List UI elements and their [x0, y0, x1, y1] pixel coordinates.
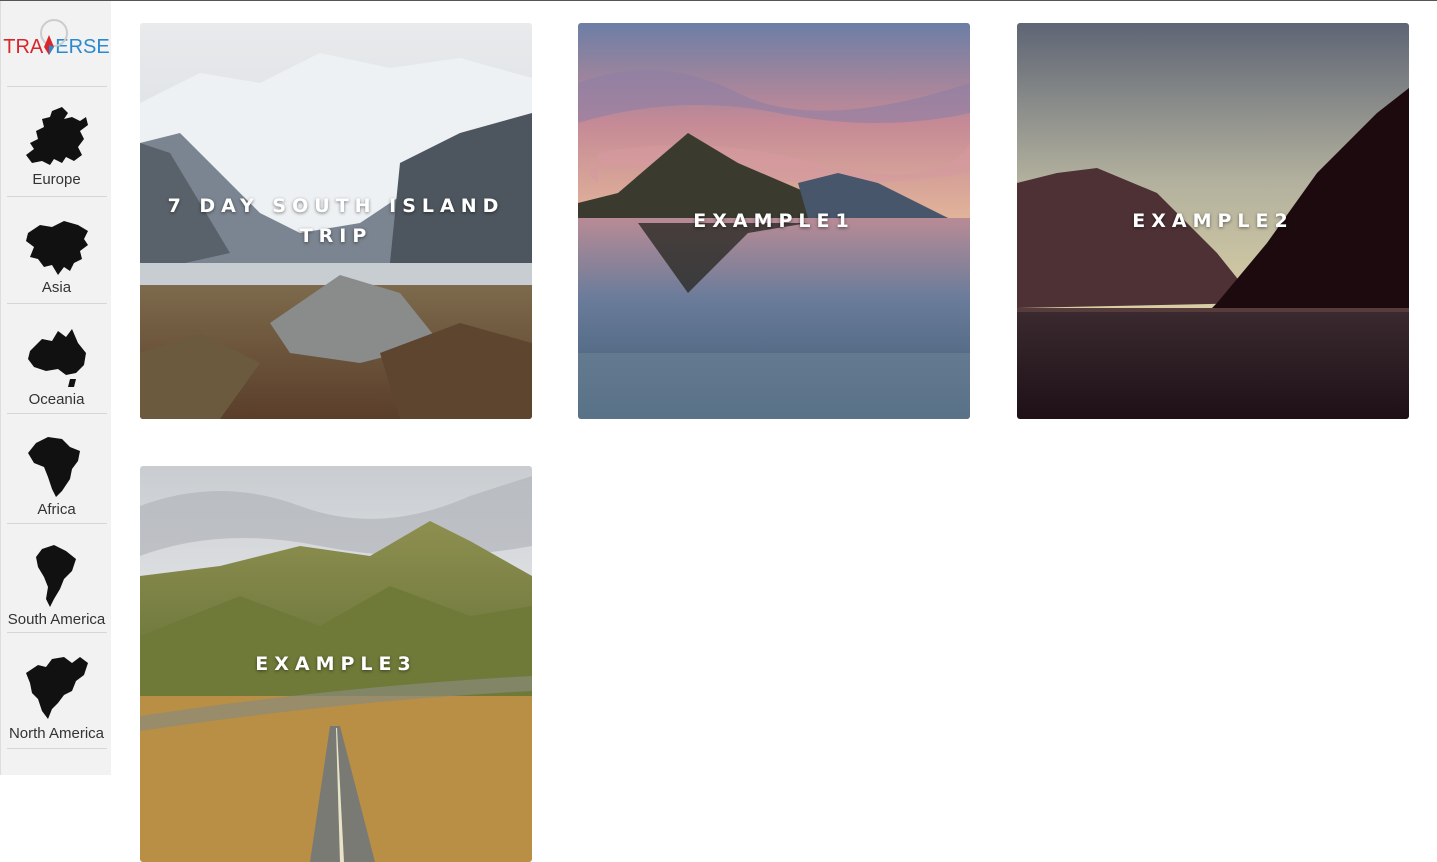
sidebar-item-label: Europe — [32, 171, 81, 188]
sidebar-item-africa[interactable]: Africa — [1, 433, 112, 518]
sidebar-divider — [7, 196, 107, 197]
sidebar-item-label: Oceania — [28, 391, 85, 408]
sidebar-divider — [7, 632, 107, 633]
north-america-map-icon — [25, 657, 88, 719]
sidebar-divider — [7, 748, 107, 749]
sidebar-divider — [7, 523, 107, 524]
asia-map-icon — [25, 221, 88, 275]
trip-card[interactable]: EXAMPLE1 — [578, 23, 970, 419]
trip-card[interactable]: EXAMPLE3 — [140, 466, 532, 862]
continent-sidebar: TRA ERSE Europe Asia Oceania Africa Sout… — [0, 1, 111, 775]
trip-card-title: EXAMPLE1 — [693, 210, 855, 232]
sidebar-divider — [7, 413, 107, 414]
compass-pin-icon — [43, 35, 55, 55]
trip-card[interactable]: EXAMPLE2 — [1017, 23, 1409, 419]
sidebar-item-oceania[interactable]: Oceania — [1, 325, 112, 408]
sidebar-divider — [7, 303, 107, 304]
africa-map-icon — [27, 437, 80, 497]
sidebar-item-label: Africa — [37, 501, 76, 518]
top-border — [0, 0, 1437, 1]
traverse-logo[interactable]: TRA ERSE — [1, 13, 112, 85]
sidebar-item-europe[interactable]: Europe — [1, 105, 112, 188]
trip-card-title: EXAMPLE3 — [255, 653, 417, 675]
trip-card-title: EXAMPLE2 — [1132, 210, 1294, 232]
sidebar-item-south-america[interactable]: South America — [1, 543, 112, 628]
sidebar-item-label: Asia — [41, 279, 72, 296]
oceania-map-icon — [27, 329, 86, 387]
trip-card-title: 7 DAY SOUTH ISLAND TRIP — [167, 195, 505, 247]
trip-card[interactable]: 7 DAY SOUTH ISLAND TRIP — [140, 23, 532, 419]
sidebar-divider — [7, 86, 107, 87]
sidebar-item-label: North America — [8, 725, 105, 742]
europe-map-icon — [25, 107, 88, 165]
south-america-map-icon — [35, 545, 76, 607]
sidebar-item-north-america[interactable]: North America — [1, 653, 112, 742]
sidebar-item-label: South America — [7, 611, 106, 628]
sidebar-item-asia[interactable]: Asia — [1, 217, 112, 296]
